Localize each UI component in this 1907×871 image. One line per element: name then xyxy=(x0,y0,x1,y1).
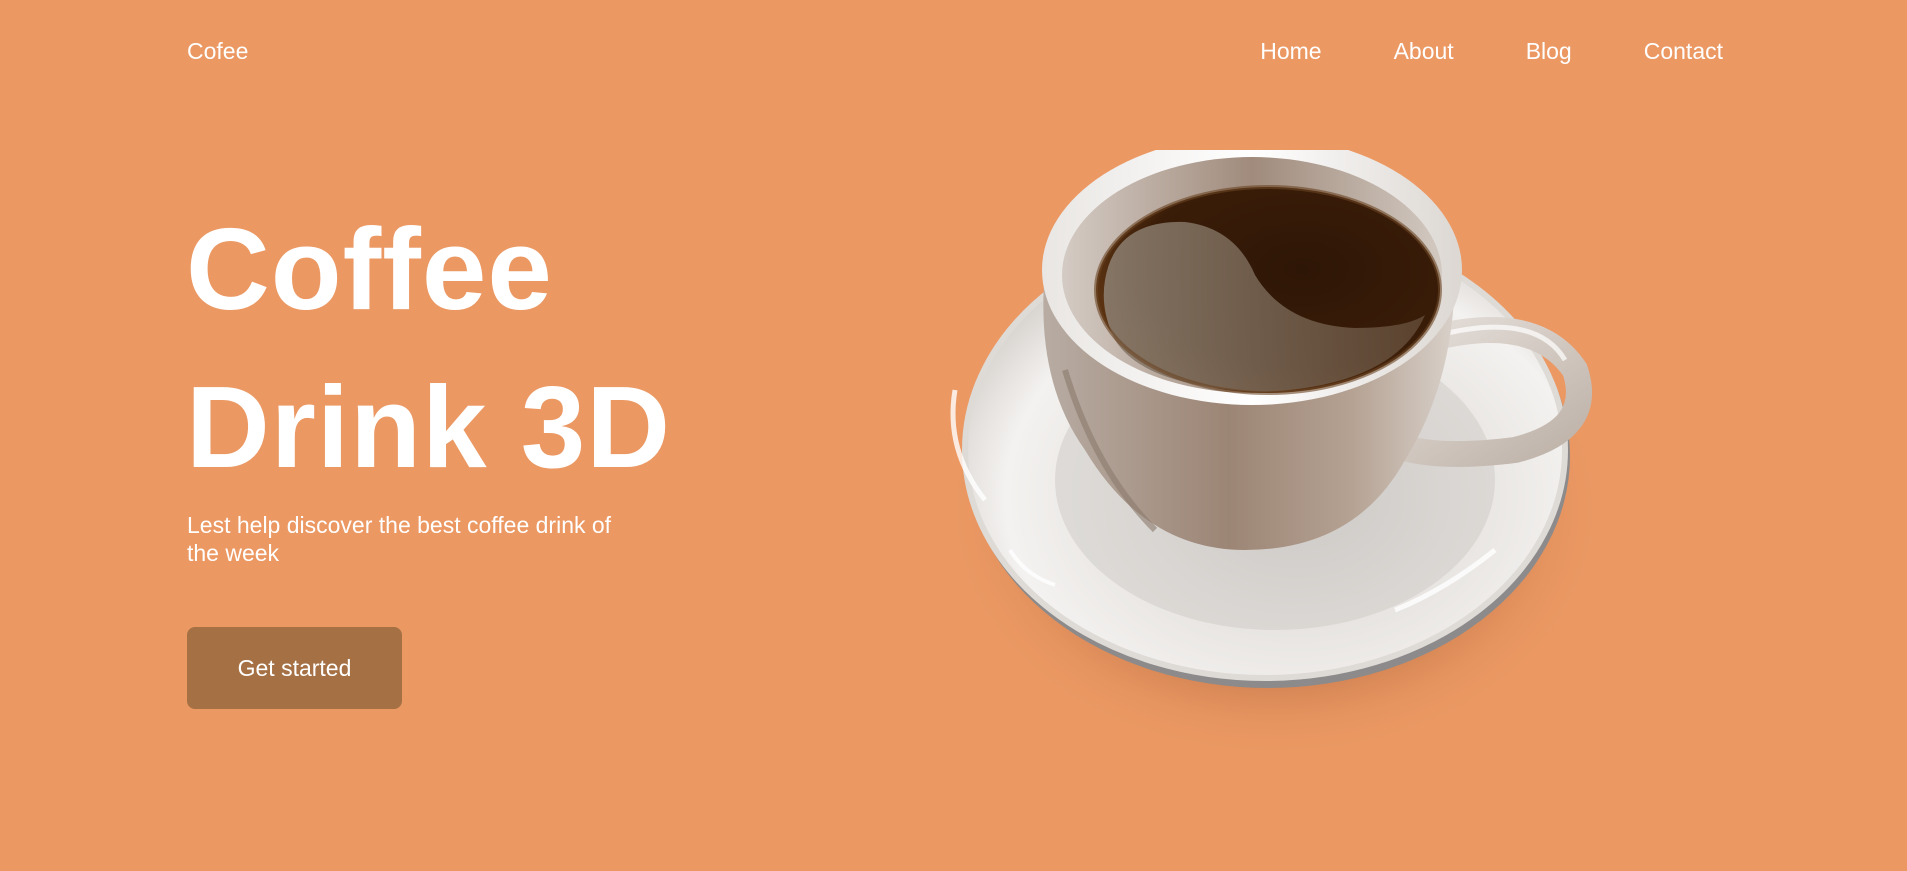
coffee-cup-image xyxy=(915,150,1615,790)
nav-link-home[interactable]: Home xyxy=(1260,38,1321,65)
site-logo[interactable]: Cofee xyxy=(187,38,248,65)
nav-link-blog[interactable]: Blog xyxy=(1526,38,1572,65)
get-started-button[interactable]: Get started xyxy=(187,627,402,709)
nav-link-contact[interactable]: Contact xyxy=(1644,38,1723,65)
main-nav: Home About Blog Contact xyxy=(1260,38,1723,65)
nav-link-about[interactable]: About xyxy=(1394,38,1454,65)
hero-title-line-2: Drink 3D xyxy=(186,362,672,492)
hero-tagline: Lest help discover the best coffee drink… xyxy=(187,512,612,566)
hero-title: Coffee Drink 3D xyxy=(186,190,671,506)
hero-title-line-1: Coffee xyxy=(186,204,553,334)
